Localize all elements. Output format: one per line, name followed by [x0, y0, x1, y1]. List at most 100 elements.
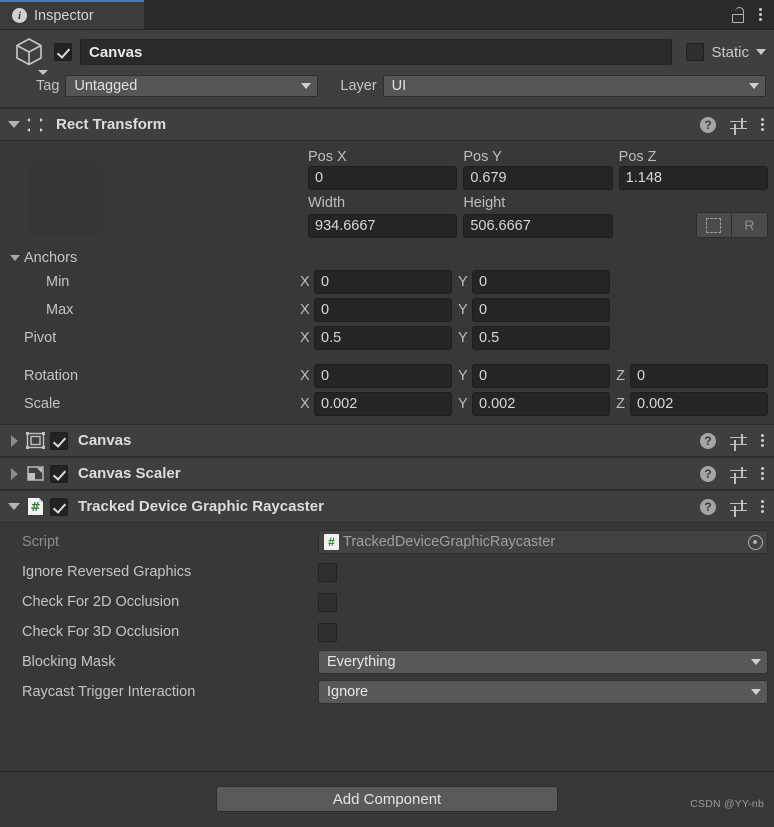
check-3d-occlusion-checkbox[interactable]	[318, 622, 337, 642]
axis-y-label: Y	[458, 330, 468, 346]
blocking-mask-dropdown[interactable]: Everything	[318, 650, 768, 674]
anchors-foldout[interactable]: Anchors	[0, 248, 774, 268]
tag-dropdown[interactable]: Untagged	[65, 75, 319, 97]
help-icon[interactable]: ?	[700, 116, 716, 133]
component-enabled-checkbox[interactable]	[50, 431, 68, 450]
pos-z-label: Pos Z	[618, 149, 657, 165]
layer-dropdown[interactable]: UI	[382, 75, 766, 97]
row-spacer	[616, 270, 768, 294]
scale-row: Scale X 0.002 Y 0.002 Z 0.002	[0, 390, 774, 418]
pivot-y-input[interactable]: 0.5	[472, 326, 610, 350]
pos-x-input[interactable]: 0	[308, 166, 458, 190]
component-title: Canvas	[78, 432, 132, 449]
foldout-arrow-icon[interactable]	[6, 467, 22, 480]
raycaster-properties: Script # TrackedDeviceGraphicRaycaster I…	[0, 523, 774, 715]
inspector-window: i Inspector Canvas Static Tag Untagged L…	[0, 0, 774, 827]
pos-y-label: Pos Y	[463, 149, 502, 165]
canvas-icon	[24, 432, 46, 449]
axis-x-label: X	[300, 396, 310, 412]
rotation-y-input[interactable]: 0	[472, 364, 610, 388]
gameobject-name-input[interactable]: Canvas	[80, 39, 673, 65]
preset-settings-icon[interactable]	[730, 466, 747, 484]
scale-y-input[interactable]: 0.002	[472, 392, 610, 416]
anchor-max-y-input[interactable]: 0	[472, 298, 610, 322]
component-enabled-checkbox[interactable]	[50, 497, 68, 516]
gameobject-cube-icon[interactable]	[12, 35, 48, 75]
position-fields: 0 0.679 1.148	[308, 166, 768, 190]
static-label: Static	[711, 43, 749, 61]
dashed-square-icon	[706, 217, 722, 233]
width-input[interactable]: 934.6667	[308, 214, 458, 238]
kebab-menu-icon[interactable]	[761, 118, 764, 131]
size-fields: 934.6667 506.6667 R	[308, 212, 768, 238]
pivot-x-input[interactable]: 0.5	[314, 326, 452, 350]
ignore-reversed-graphics-label: Ignore Reversed Graphics	[22, 564, 192, 580]
preset-settings-icon[interactable]	[730, 499, 747, 517]
rotation-label: Rotation	[24, 368, 79, 384]
object-picker-icon[interactable]	[748, 534, 763, 550]
unlocked-padlock-icon[interactable]	[731, 6, 745, 23]
width-label: Width	[308, 195, 346, 211]
anchor-preset-widget[interactable]	[29, 162, 102, 235]
kebab-menu-icon[interactable]	[761, 500, 764, 513]
rotation-x-input[interactable]: 0	[314, 364, 452, 388]
check-2d-occlusion-checkbox[interactable]	[318, 592, 337, 612]
rotation-z-input[interactable]: 0	[630, 364, 768, 388]
info-icon: i	[12, 8, 27, 23]
component-enabled-checkbox[interactable]	[50, 464, 68, 483]
preset-settings-icon[interactable]	[730, 433, 747, 451]
component-header-canvas[interactable]: Canvas ?	[0, 424, 774, 457]
help-icon[interactable]: ?	[700, 465, 716, 482]
height-input[interactable]: 506.6667	[463, 214, 613, 238]
kebab-menu-icon[interactable]	[761, 467, 764, 480]
raycast-trigger-interaction-dropdown[interactable]: Ignore	[318, 680, 768, 704]
object-name-row: Canvas Static	[8, 35, 766, 75]
anchor-max-x-input[interactable]: 0	[314, 298, 452, 322]
component-title: Tracked Device Graphic Raycaster	[78, 498, 324, 515]
gameobject-enabled-checkbox[interactable]	[54, 43, 72, 61]
scale-z-input[interactable]: 0.002	[630, 392, 768, 416]
scale-x-input[interactable]: 0.002	[314, 392, 452, 416]
layer-value: UI	[391, 78, 407, 94]
object-header: Canvas Static Tag Untagged Layer UI	[0, 30, 774, 108]
kebab-menu-icon[interactable]	[761, 434, 764, 447]
pivot-row: Pivot X 0.5 Y 0.5	[0, 324, 774, 352]
foldout-arrow-icon[interactable]	[6, 503, 22, 510]
cube-dropdown-caret-icon[interactable]	[38, 70, 48, 75]
component-title: Canvas Scaler	[78, 465, 181, 482]
layer-label: Layer	[340, 78, 377, 94]
help-icon[interactable]: ?	[700, 432, 716, 449]
blueprint-mode-button[interactable]	[695, 212, 732, 238]
tag-layer-row: Tag Untagged Layer UI	[8, 75, 766, 97]
pos-z-input[interactable]: 1.148	[618, 166, 768, 190]
static-chevron-down-icon[interactable]	[756, 49, 766, 55]
static-checkbox[interactable]	[686, 43, 705, 61]
raycast-trigger-interaction-label: Raycast Trigger Interaction	[22, 684, 196, 700]
tab-inspector[interactable]: i Inspector	[0, 0, 144, 29]
help-icon[interactable]: ?	[700, 498, 716, 515]
anchor-min-y-input[interactable]: 0	[472, 270, 610, 294]
component-header-rect-transform[interactable]: Rect Transform ?	[0, 108, 774, 141]
add-component-button[interactable]: Add Component	[216, 786, 558, 812]
pos-y-input[interactable]: 0.679	[463, 166, 613, 190]
check-3d-occlusion-label: Check For 3D Occlusion	[22, 624, 180, 640]
foldout-arrow-icon[interactable]	[6, 434, 22, 447]
axis-z-label: Z	[616, 368, 625, 384]
component-header-tracked-device-graphic-raycaster[interactable]: # Tracked Device Graphic Raycaster ?	[0, 490, 774, 523]
inspector-footer: Add Component CSDN @YY-nb	[0, 771, 774, 827]
anchor-min-x-input[interactable]: 0	[314, 270, 452, 294]
check-2d-occlusion-row: Check For 2D Occlusion	[0, 587, 774, 617]
cs-script-icon: #	[324, 534, 339, 550]
chevron-down-icon	[751, 659, 761, 665]
svg-text:#: #	[30, 500, 40, 514]
kebab-menu-icon[interactable]	[759, 8, 762, 21]
foldout-arrow-icon[interactable]	[6, 121, 22, 128]
height-label: Height	[463, 195, 506, 211]
row-spacer	[616, 298, 768, 322]
ignore-reversed-graphics-checkbox[interactable]	[318, 562, 337, 582]
raw-edit-mode-button[interactable]: R	[731, 212, 768, 238]
component-header-canvas-scaler[interactable]: Canvas Scaler ?	[0, 457, 774, 490]
blocking-mask-value: Everything	[327, 654, 396, 670]
script-object-field[interactable]: # TrackedDeviceGraphicRaycaster	[318, 530, 768, 554]
preset-settings-icon[interactable]	[730, 117, 747, 135]
